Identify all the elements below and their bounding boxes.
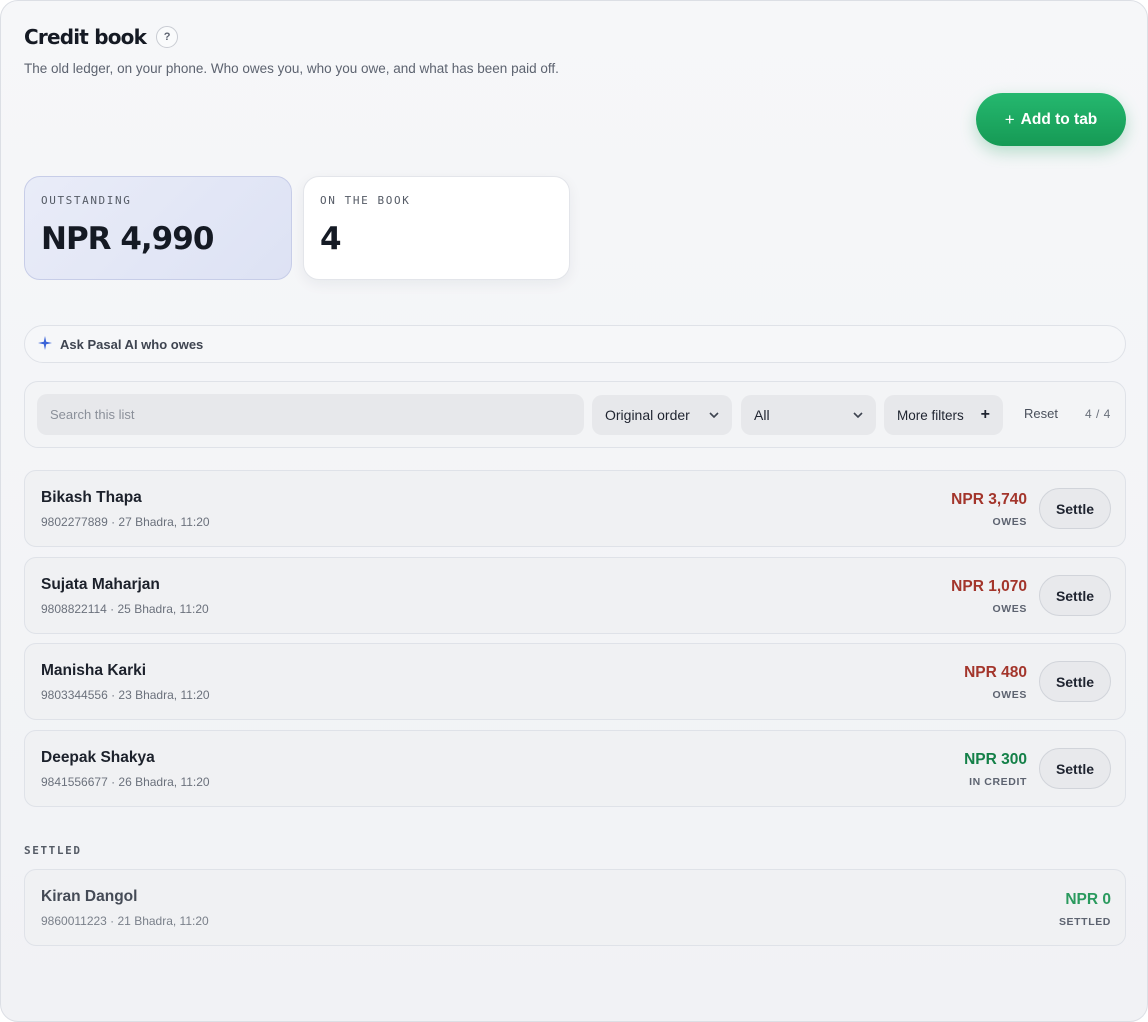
balance-amount: NPR 1,070 — [951, 578, 1027, 595]
chevron-down-icon — [709, 410, 719, 421]
list-item[interactable]: Deepak Shakya 9841556677 · 26 Bhadra, 11… — [24, 730, 1126, 807]
settle-button[interactable]: Settle — [1039, 748, 1111, 789]
outstanding-value: NPR 4,990 — [41, 221, 214, 257]
list-item[interactable]: Manisha Karki 9803344556 · 23 Bhadra, 11… — [24, 643, 1126, 720]
ask-pasal-ai-label: Ask Pasal AI who owes — [60, 336, 204, 352]
plus-icon: + — [980, 406, 990, 423]
settle-button[interactable]: Settle — [1039, 488, 1111, 529]
reset-button[interactable]: Reset — [1024, 406, 1058, 421]
status-select[interactable]: All — [741, 395, 876, 435]
on-the-book-card: ON THE BOOK 4 — [303, 176, 570, 280]
customer-meta: 9808822114 · 25 Bhadra, 11:20 — [41, 602, 209, 616]
sparkle-icon-svg — [38, 336, 52, 350]
chevron-down-icon — [853, 410, 863, 421]
title-row: Credit book ? — [24, 25, 559, 49]
customer-meta: 9860011223 · 21 Bhadra, 11:20 — [41, 914, 209, 928]
help-icon[interactable]: ? — [156, 26, 179, 48]
more-filters-label: More filters — [897, 407, 964, 423]
balance-status: SETTLED — [1058, 916, 1111, 928]
chevron-down-svg — [709, 411, 719, 418]
plus-icon: + — [1004, 109, 1015, 129]
balance-amount: NPR 300 — [964, 751, 1027, 768]
balance-amount: NPR 480 — [964, 664, 1027, 681]
customer-meta: 9841556677 · 26 Bhadra, 11:20 — [41, 775, 210, 789]
add-to-tab-label: Add to tab — [1020, 110, 1098, 128]
customer-name: Deepak Shakya — [41, 749, 155, 766]
customer-name: Bikash Thapa — [41, 489, 142, 506]
settle-button[interactable]: Settle — [1039, 575, 1111, 616]
credit-book-screen: Credit book ? The old ledger, on your ph… — [0, 0, 1148, 1022]
order-select-value: Original order — [605, 407, 690, 423]
add-to-tab-button[interactable]: + Add to tab — [976, 93, 1126, 146]
balance-amount: NPR 3,740 — [951, 491, 1027, 508]
order-select[interactable]: Original order — [592, 395, 732, 435]
page-title: Credit book — [24, 25, 147, 49]
list-item[interactable]: Bikash Thapa 9802277889 · 27 Bhadra, 11:… — [24, 470, 1126, 547]
balance-amount: NPR 0 — [1065, 891, 1111, 908]
settled-section-label: SETTLED — [24, 844, 82, 857]
customer-meta: 9802277889 · 27 Bhadra, 11:20 — [41, 515, 210, 529]
customer-name: Kiran Dangol — [41, 888, 138, 905]
on-the-book-label: ON THE BOOK — [320, 194, 411, 207]
page-header: Credit book ? The old ledger, on your ph… — [24, 25, 559, 76]
list-item[interactable]: Sujata Maharjan 9808822114 · 25 Bhadra, … — [24, 557, 1126, 634]
balance-status: OWES — [992, 516, 1027, 528]
on-the-book-value: 4 — [320, 221, 342, 257]
more-filters-button[interactable]: More filters + — [884, 395, 1003, 435]
search-input[interactable] — [37, 394, 584, 435]
chevron-down-svg — [853, 411, 863, 418]
result-count: 4 / 4 — [1085, 407, 1111, 421]
page-subtitle: The old ledger, on your phone. Who owes … — [24, 61, 559, 76]
balance-status: OWES — [992, 603, 1027, 615]
balance-status: OWES — [992, 689, 1027, 701]
filter-bar: Original order All More filters + Reset … — [24, 381, 1126, 448]
sparkle-icon — [38, 336, 52, 352]
outstanding-label: OUTSTANDING — [41, 194, 132, 207]
balance-status: IN CREDIT — [969, 776, 1027, 788]
status-select-value: All — [754, 407, 770, 423]
customer-meta: 9803344556 · 23 Bhadra, 11:20 — [41, 688, 210, 702]
list-item[interactable]: Kiran Dangol 9860011223 · 21 Bhadra, 11:… — [24, 869, 1126, 946]
settle-button[interactable]: Settle — [1039, 661, 1111, 702]
customer-name: Sujata Maharjan — [41, 576, 160, 593]
ask-pasal-ai-button[interactable]: Ask Pasal AI who owes — [24, 325, 1126, 363]
outstanding-card: OUTSTANDING NPR 4,990 — [24, 176, 292, 280]
customer-name: Manisha Karki — [41, 662, 147, 679]
